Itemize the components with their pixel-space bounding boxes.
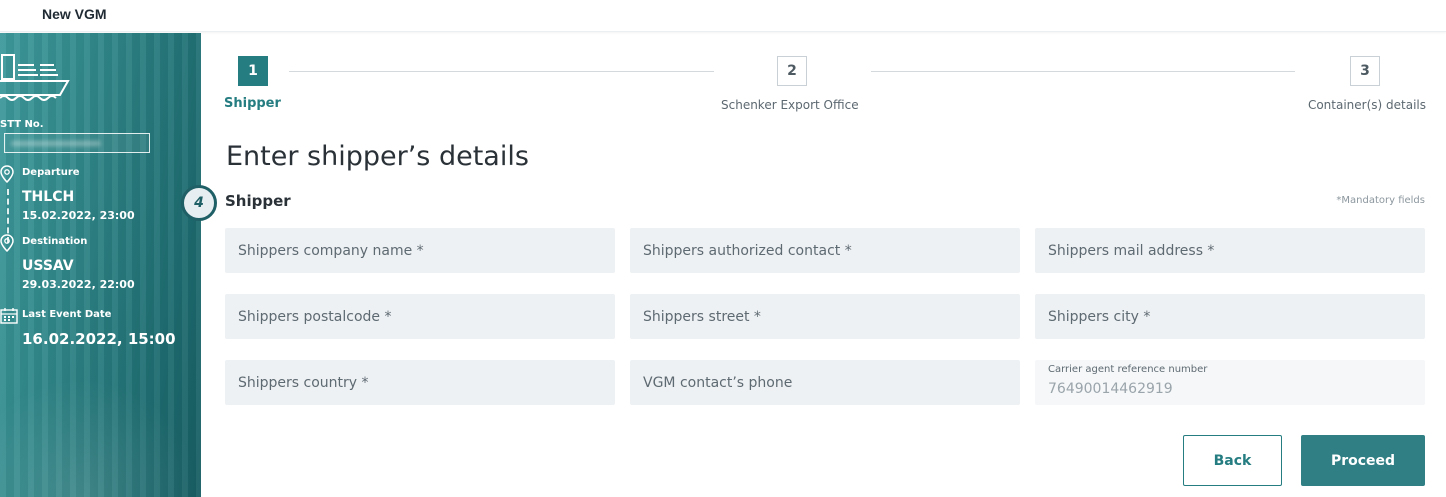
company-name-input[interactable] [225,228,615,273]
departure-code: THLCH [22,189,75,205]
authorized-contact-field[interactable] [630,228,1020,273]
street-field[interactable] [630,294,1020,339]
destination-label: Destination [22,236,88,247]
destination-code: USSAV [22,258,74,274]
step-2-label: Schenker Export Office [721,98,859,112]
carrier-reference-value: 76490014462919 [1048,381,1173,397]
step-3-label: Container(s) details [1307,98,1426,112]
vgm-phone-field[interactable] [630,360,1020,405]
postalcode-input[interactable] [225,294,615,339]
section-title: Shipper [225,192,291,210]
step-1-label: Shipper [224,96,281,111]
carrier-reference-field: Carrier agent reference number 764900144… [1035,360,1425,405]
calendar-icon [0,308,18,324]
last-event-label: Last Event Date [22,309,112,320]
ship-icon [0,54,70,101]
step-connector-1 [289,71,714,72]
departure-pin-icon [0,165,14,183]
step-1-indicator[interactable]: 1 [238,56,268,86]
main-content: 1 2 3 Shipper Schenker Export Office Con… [181,33,1446,497]
carrier-reference-label: Carrier agent reference number [1048,364,1208,375]
stt-number-field [4,133,150,153]
step-connector-2 [871,71,1295,72]
street-input[interactable] [630,294,1020,339]
mandatory-note: *Mandatory fields [1336,195,1425,206]
step-2-indicator[interactable]: 2 [777,56,807,86]
departure-date: 15.02.2022, 23:00 [22,209,135,222]
proceed-button[interactable]: Proceed [1301,435,1425,486]
page-title: Enter shipper’s details [226,141,529,172]
destination-pin-icon [0,234,14,252]
country-field[interactable] [225,360,615,405]
section-number-badge: 4 [181,185,217,221]
company-name-field[interactable] [225,228,615,273]
last-event-date: 16.02.2022, 15:00 [22,330,176,348]
shipment-sidebar: STT No. Departure THLCH 15.02.2022, 23:0… [0,33,201,497]
mail-address-input[interactable] [1035,228,1425,273]
step-3-indicator[interactable]: 3 [1350,56,1380,86]
authorized-contact-input[interactable] [630,228,1020,273]
city-field[interactable] [1035,294,1425,339]
mail-address-field[interactable] [1035,228,1425,273]
back-button[interactable]: Back [1183,435,1282,486]
city-input[interactable] [1035,294,1425,339]
vgm-phone-input[interactable] [630,360,1020,405]
top-bar: New VGM [0,0,1446,32]
stt-label: STT No. [0,119,44,130]
postalcode-field[interactable] [225,294,615,339]
country-input[interactable] [225,360,615,405]
page-header-title: New VGM [42,6,107,22]
destination-date: 29.03.2022, 22:00 [22,278,135,291]
departure-label: Departure [22,167,80,178]
